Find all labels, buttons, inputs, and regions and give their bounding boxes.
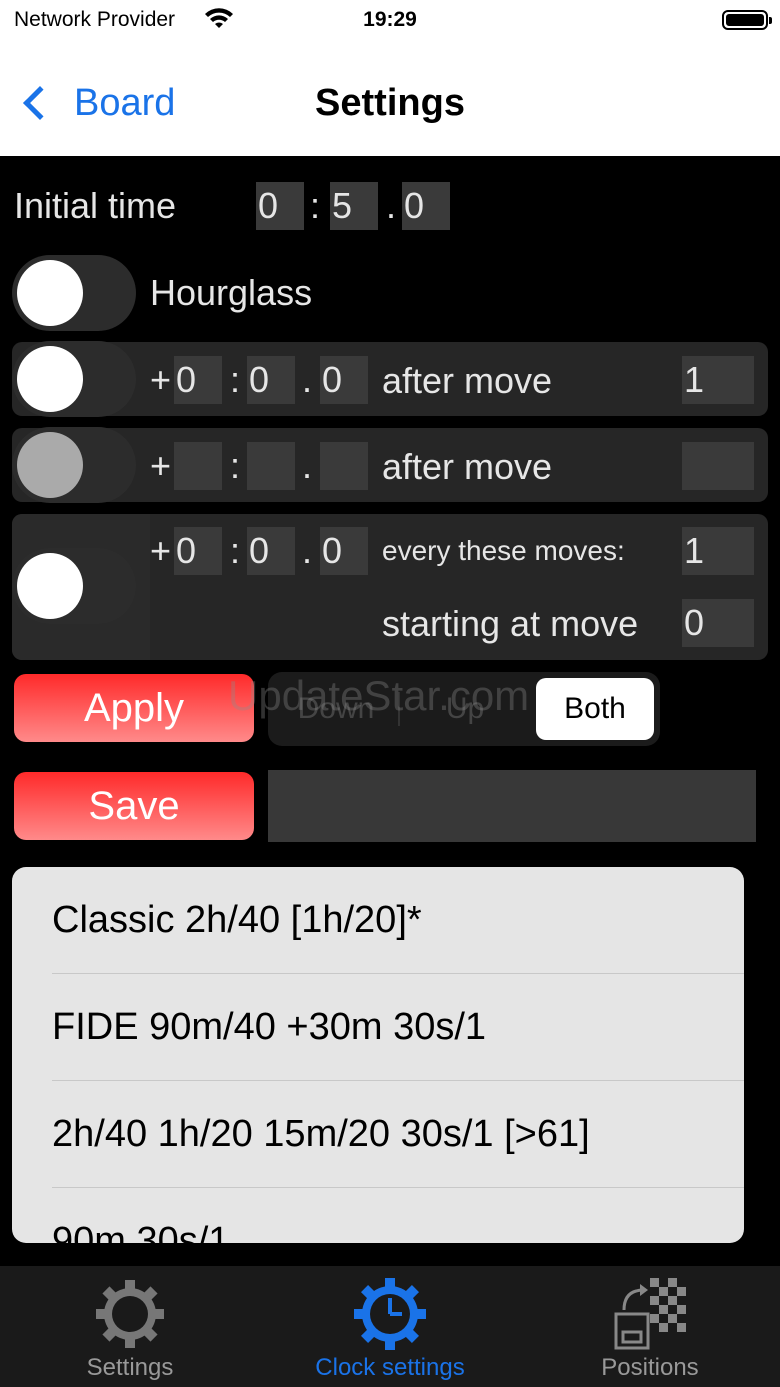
status-bar: Network Provider 19:29 [0,6,780,36]
apply-button[interactable]: Apply [14,674,254,742]
save-button[interactable]: Save [14,772,254,840]
initial-time-label: Initial time [14,185,177,226]
increment-1-toggle[interactable] [12,341,136,417]
preset-name-input[interactable] [268,770,756,842]
gear-icon [96,1280,164,1348]
increment-3-toggle[interactable] [12,548,136,624]
increment-2-move-field[interactable] [682,442,754,490]
time-separator: : [230,445,241,486]
plus-sign: + [150,359,172,400]
increment-1-tenths-field[interactable]: 0 [320,356,368,404]
increment-3-starting-field[interactable]: 0 [682,599,754,647]
tab-settings[interactable]: Settings [0,1266,260,1387]
plus-sign: + [150,530,172,571]
top-bar: Network Provider 19:29 Board Settings [0,0,780,156]
status-time: 19:29 [363,8,417,31]
increment-1-move-field[interactable]: 1 [682,356,754,404]
battery-icon [722,10,772,30]
time-separator: . [386,185,397,226]
time-separator: . [302,359,313,400]
list-item[interactable]: 2h/40 1h/20 15m/20 30s/1 [>61] [52,1081,744,1188]
tab-label: Positions [601,1354,699,1381]
increment-3-hours-field[interactable]: 0 [174,527,222,575]
hourglass-label: Hourglass [150,272,313,313]
hourglass-toggle[interactable] [12,255,136,331]
segment-down[interactable]: Down [276,678,396,740]
list-item[interactable]: Classic 2h/40 [1h/20]* [52,867,744,974]
after-move-label: after move [382,446,553,487]
positions-icon [614,1278,686,1350]
direction-segmented-control: Down Up Both [268,672,660,746]
clock-gear-icon [354,1278,426,1350]
increment-2-toggle[interactable] [12,427,136,503]
increment-3-minutes-field[interactable]: 0 [247,527,295,575]
tab-bar: Settings Clock settings Positions [0,1266,780,1387]
page-title: Settings [315,82,465,124]
list-item[interactable]: 90m 30s/1 [52,1188,744,1243]
plus-sign: + [150,445,172,486]
time-separator: : [230,530,241,571]
segment-up[interactable]: Up [402,678,528,740]
increment-3-every-field[interactable]: 1 [682,527,754,575]
initial-minutes-field[interactable]: 5 [330,182,378,230]
increment-2-hours-field[interactable] [174,442,222,490]
initial-tenths-field[interactable]: 0 [402,182,450,230]
time-separator: : [230,359,241,400]
increment-1-hours-field[interactable]: 0 [174,356,222,404]
segment-both[interactable]: Both [536,678,654,740]
increment-3-tenths-field[interactable]: 0 [320,527,368,575]
time-separator: . [302,445,313,486]
presets-list: Classic 2h/40 [1h/20]* FIDE 90m/40 +30m … [12,867,744,1243]
tab-positions[interactable]: Positions [520,1266,780,1387]
time-separator: : [310,185,321,226]
every-moves-label: every these moves: [382,535,625,566]
tab-label: Clock settings [315,1354,465,1381]
list-item[interactable]: FIDE 90m/40 +30m 30s/1 [52,974,744,1081]
starting-move-label: starting at move [382,603,639,644]
initial-hours-field[interactable]: 0 [256,182,304,230]
tab-label: Settings [86,1354,174,1381]
increment-2-tenths-field[interactable] [320,442,368,490]
increment-2-minutes-field[interactable] [247,442,295,490]
increment-1-minutes-field[interactable]: 0 [247,356,295,404]
after-move-label: after move [382,360,553,401]
time-separator: . [302,530,313,571]
tab-clock-settings[interactable]: Clock settings [260,1266,520,1387]
